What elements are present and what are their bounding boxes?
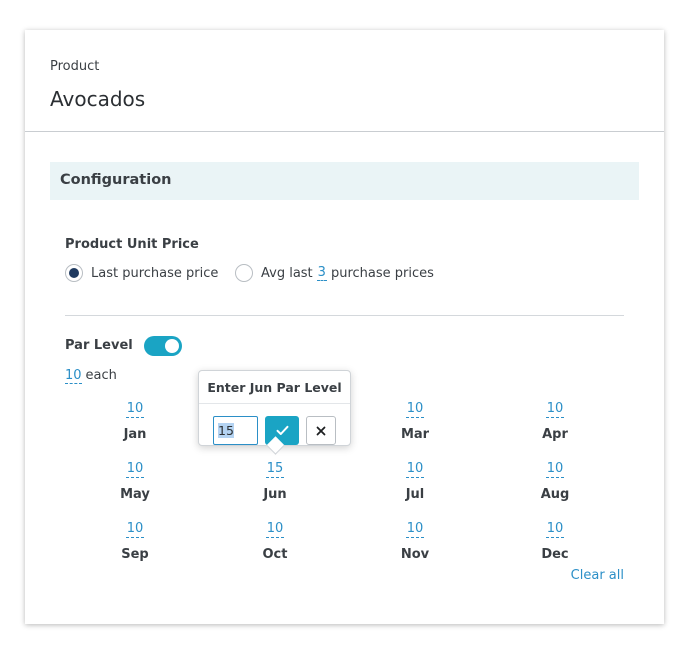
popover-title: Enter Jun Par Level	[199, 371, 350, 404]
month-name: Jan	[123, 427, 147, 442]
month-par-value[interactable]: 15	[265, 461, 285, 478]
month-name: Dec	[541, 547, 569, 562]
month-cell-sep: 10 Sep	[105, 517, 165, 562]
avg-count-editable[interactable]: 3	[316, 265, 327, 281]
month-par-value[interactable]: 10	[265, 521, 285, 538]
page-title: Avocados	[50, 87, 146, 111]
default-par-value[interactable]: 10	[65, 368, 82, 384]
radio-last-purchase[interactable]: Last purchase price	[65, 264, 218, 282]
month-cell-may: 10 May	[105, 457, 165, 502]
page-eyebrow: Product	[50, 59, 100, 74]
month-name: Mar	[400, 427, 430, 442]
par-level-popover: Enter Jun Par Level 15	[198, 370, 351, 446]
radio-button-checked[interactable]	[65, 264, 83, 282]
month-cell-nov: 10 Nov	[385, 517, 445, 562]
month-par-value[interactable]: 10	[125, 461, 145, 478]
month-cell-jan: 10 Jan	[105, 397, 165, 442]
clear-all-link[interactable]: Clear all	[571, 568, 624, 583]
month-par-value[interactable]: 10	[125, 401, 145, 418]
section-title: Configuration	[60, 172, 172, 188]
divider	[65, 315, 624, 316]
product-card: Product Avocados Configuration Product U…	[25, 30, 664, 624]
confirm-button[interactable]	[265, 416, 299, 445]
default-par-unit: each	[85, 368, 117, 383]
toggle-knob	[165, 339, 179, 353]
month-par-value[interactable]: 10	[545, 461, 565, 478]
month-name: Oct	[262, 547, 288, 562]
month-cell-aug: 10 Aug	[525, 457, 585, 502]
close-icon	[316, 426, 326, 435]
month-cell-apr: 10 Apr	[525, 397, 585, 442]
month-name: May	[120, 487, 150, 502]
check-icon	[276, 425, 288, 435]
month-cell-jul: 10 Jul	[385, 457, 445, 502]
month-cell-mar: 10 Mar	[385, 397, 445, 442]
month-par-value[interactable]: 10	[545, 521, 565, 538]
radio-button[interactable]	[235, 264, 253, 282]
month-name: Jun	[263, 487, 287, 502]
month-name: Apr	[542, 427, 568, 442]
par-level-label: Par Level	[65, 338, 133, 353]
month-cell-jun: 15 Jun	[245, 457, 305, 502]
radio-avg-prefix: Avg last	[261, 265, 313, 281]
configuration-section-header: Configuration	[50, 162, 639, 200]
cancel-button[interactable]	[306, 416, 336, 445]
par-level-input-value: 15	[218, 423, 234, 438]
month-cell-oct: 10 Oct	[245, 517, 305, 562]
month-par-value[interactable]: 10	[405, 401, 425, 418]
month-par-value[interactable]: 10	[545, 401, 565, 418]
month-name: Nov	[400, 547, 430, 562]
par-level-input[interactable]: 15	[213, 416, 258, 445]
month-par-value[interactable]: 10	[405, 521, 425, 538]
par-level-toggle[interactable]	[144, 336, 182, 356]
radio-last-purchase-label: Last purchase price	[91, 265, 219, 281]
month-name: Aug	[540, 487, 570, 502]
month-par-value[interactable]: 10	[405, 461, 425, 478]
month-name: Jul	[405, 487, 425, 502]
month-name: Sep	[121, 547, 149, 562]
unit-price-label: Product Unit Price	[65, 237, 199, 252]
month-cell-dec: 10 Dec	[525, 517, 585, 562]
card-header: Product Avocados	[25, 30, 664, 132]
radio-avg-purchase[interactable]: Avg last 3 purchase prices	[235, 264, 434, 282]
month-par-value[interactable]: 10	[125, 521, 145, 538]
radio-avg-suffix: purchase prices	[330, 265, 434, 281]
default-par-row: 10 each	[65, 368, 117, 384]
